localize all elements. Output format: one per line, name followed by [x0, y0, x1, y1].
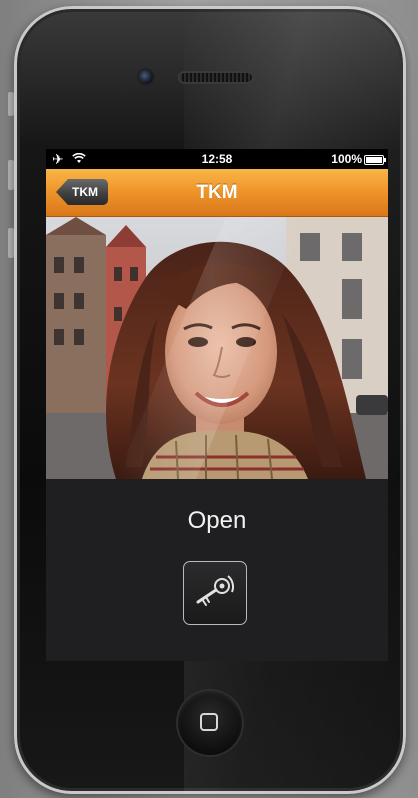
open-label: Open: [187, 507, 247, 534]
status-bar: ✈ 12:58 100%: [46, 149, 388, 169]
battery-percentage: 100%: [331, 152, 362, 166]
video-feed-image: [46, 217, 388, 479]
open-door-button[interactable]: [183, 561, 247, 625]
phone-screen: ✈ 12:58 100% TKM TKM Open: [46, 149, 388, 661]
home-button[interactable]: [178, 691, 242, 755]
stage: ✈ 12:58 100% TKM TKM Open: [0, 0, 418, 798]
front-camera: [139, 70, 153, 84]
home-square-icon: [200, 713, 218, 731]
navigation-bar: TKM TKM: [46, 169, 388, 217]
key-icon: [196, 575, 235, 606]
battery-icon: [364, 155, 386, 165]
nav-title: TKM: [196, 182, 238, 203]
earpiece-speaker: [180, 73, 252, 82]
